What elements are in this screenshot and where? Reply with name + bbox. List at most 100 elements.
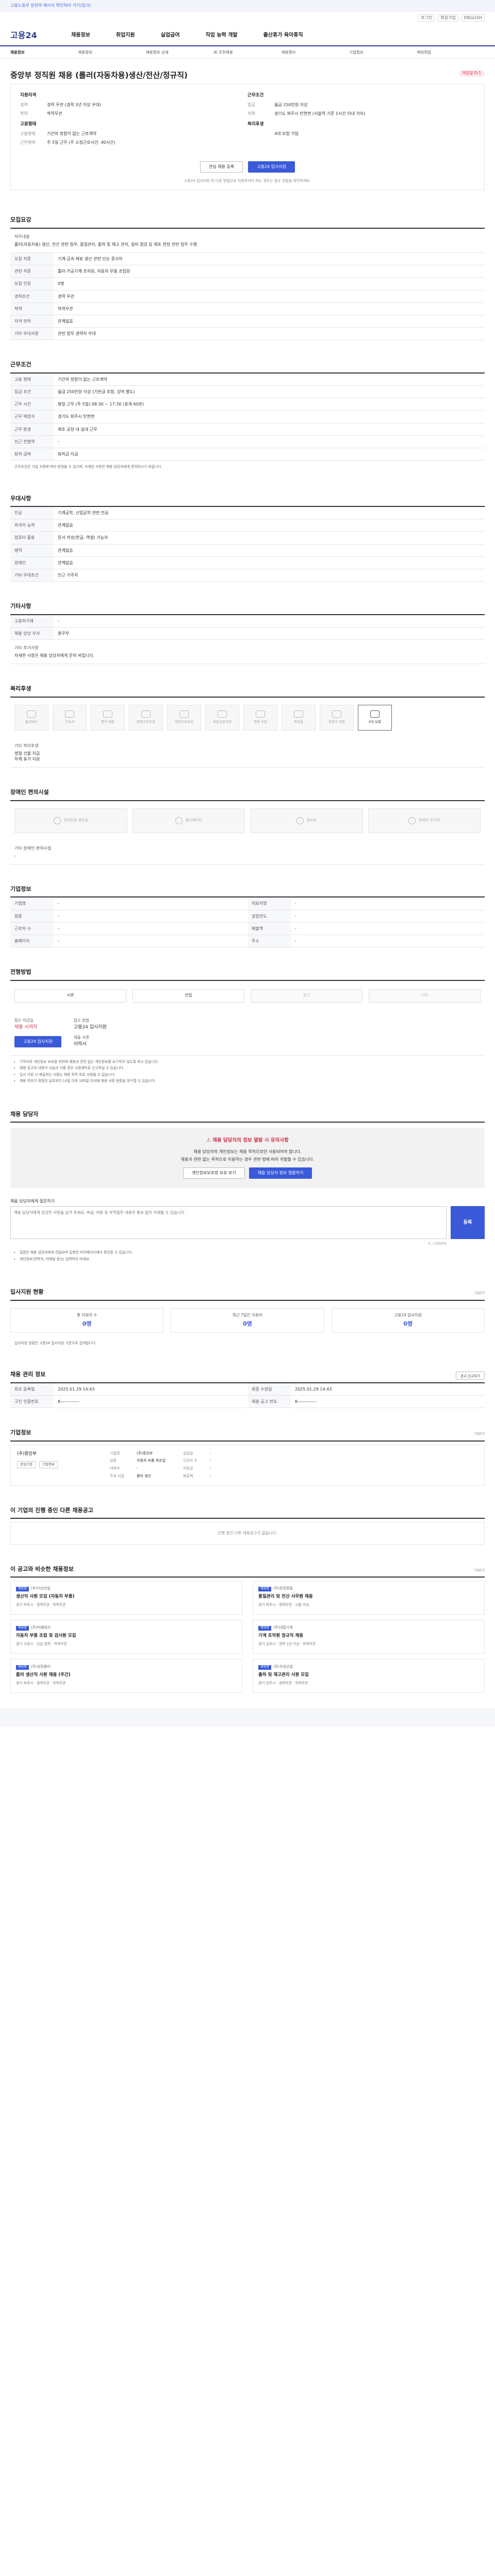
welfare-grid: 통근버스 기숙사 중식 제공 연장근로수당 야간근로수당 휴일근로수당 연차 수…: [10, 698, 485, 738]
inquiry-textarea[interactable]: [10, 1206, 447, 1240]
stat-card: 고용24 입사지원 0명: [331, 1308, 485, 1333]
job-card[interactable]: 채용중 (주)다산산업 생산직 사원 모집 (자동차 부품) 경기 파주시 · 경력무…: [10, 1581, 242, 1615]
inquiry-send-button[interactable]: 등록: [451, 1206, 485, 1239]
summary-heading: 근무조건: [248, 93, 264, 98]
disability-label: 엘리베이터: [185, 818, 202, 822]
stat-number: 0명: [403, 1320, 413, 1327]
job-title[interactable]: 생산직 사원 모집 (자동차 부품): [16, 1594, 237, 1600]
table-value: 인근 거주자: [54, 569, 485, 582]
welfare-label: 연장근로수당: [137, 720, 155, 724]
grid-value: 롤러 생산: [137, 1473, 151, 1478]
kv-key: 근무형태: [20, 140, 36, 145]
table-key: 최종 수정일: [248, 1383, 291, 1396]
kv-key: [248, 131, 274, 137]
grid-value: -: [210, 1451, 211, 1455]
stats-section: 입사지원 현황 더보기 총 지원자 수 0명 최근 7일간 지원자 0명 고용24 …: [10, 1288, 485, 1350]
job-list: 채용중 (주)다산산업 생산직 사원 모집 (자동차 부품) 경기 파주시 · 경력무…: [10, 1581, 485, 1693]
job-card[interactable]: 채용중 (주)성진롤러 롤러 생산직 사원 채용 (주간) 경기 파주시 · 경력무관…: [10, 1659, 242, 1693]
section-title: 복리후생: [10, 685, 485, 698]
subnav-item[interactable]: 채용정보 상세: [146, 50, 213, 56]
stats-more-link[interactable]: 더보기: [475, 1291, 485, 1300]
nav-item-training[interactable]: 직업 능력 개발: [205, 32, 237, 39]
apply-key: 제출 서류: [73, 1035, 89, 1040]
nav-item-unemployment[interactable]: 실업급여: [161, 32, 180, 39]
table-value: 월급 250만원 이상 (기본급 포함, 상여 별도): [54, 385, 485, 399]
table-value: -: [291, 935, 485, 948]
job-company: (주)대흥기계: [273, 1625, 293, 1630]
summary-note: 고용24 입사지원 외 다른 방법으로 지원하셔야 하는 경우는 접수 방법을 …: [184, 178, 311, 183]
welfare-card: 연장근로수당: [129, 704, 163, 731]
site-logo[interactable]: 고용24: [10, 30, 52, 41]
job-title[interactable]: 기계 조작원 정규직 채용: [258, 1633, 479, 1639]
subnav-item[interactable]: 채용정보: [10, 50, 78, 56]
apply-button[interactable]: 고용24 입사지원: [248, 161, 295, 173]
apply-value: 고용24 입사지원: [73, 1025, 107, 1030]
table-value: 제조 공장 내 실내 근무: [54, 423, 485, 436]
job-title[interactable]: 품질관리 및 전산 사무원 채용: [258, 1594, 479, 1600]
report-button[interactable]: 공고 신고하기: [456, 1371, 485, 1380]
signup-link[interactable]: 회원가입: [438, 14, 458, 22]
welfare-extra-item: 명절 선물 지급: [14, 751, 40, 756]
grid-key: 주요 사업: [110, 1473, 124, 1478]
stats-note: 입사지원 현황은 고용24 입사지원 기준으로 집계됩니다.: [14, 1341, 97, 1345]
table-key: 기업명: [10, 897, 54, 910]
company-info-button[interactable]: 기업정보: [39, 1461, 58, 1468]
nav-item-leave[interactable]: 출산휴가 육아휴직: [263, 32, 303, 39]
company-more-link[interactable]: 더보기: [475, 1432, 485, 1440]
english-link[interactable]: ENGLISH: [461, 14, 485, 22]
top-banner-link[interactable]: 고용노동부 장관의 메시지 확인하러 가기(링크): [10, 3, 91, 8]
job-tag: 채용중: [258, 1587, 272, 1592]
subnav-item[interactable]: 채용정보: [78, 50, 145, 56]
inquiry-box: 채용 담당자에게 질문하기 0 / 1000자 등록: [10, 1198, 485, 1247]
alert-text: 채용 담당자의 개인정보는 채용 목적으로만 사용되어야 합니다.: [193, 1149, 302, 1155]
block-text: 자세한 사항은 채용 담당자에게 문의 바랍니다.: [14, 653, 95, 658]
interest-button[interactable]: 관심 채용 등록: [200, 161, 243, 173]
alert-text: 채용과 관련 없는 목적으로 이용하는 경우 관련 법에 따라 처벌될 수 있습…: [180, 1157, 315, 1162]
subnav-item[interactable]: AI 추천채용: [213, 50, 281, 56]
job-title[interactable]: 롤러 생산직 사원 채용 (주간): [16, 1672, 237, 1679]
company-card: (주)중앙부 관심기업 기업정보 기업명 (주)중앙부 설립일 - 업종 자동차 부품…: [10, 1444, 485, 1486]
company-favorite-button[interactable]: 관심기업: [17, 1461, 36, 1468]
apply-value: 이력서: [73, 1042, 87, 1047]
table-value: 기계·금속·재료 생산 관련 단순 종사자: [54, 253, 485, 266]
block-label: 기타 복리후생: [14, 743, 39, 748]
job-meta: 경기 고양시 · 신입·경력 · 학력무관: [16, 1641, 67, 1646]
welfare-card: 통근버스: [14, 704, 48, 731]
meta-section: 채용 관리 정보 공고 신고하기 최초 등록일 2025.01.29 14:43 최…: [10, 1370, 485, 1409]
kv-value: 경력 무관 (경력 3년 이상 우대): [47, 102, 102, 107]
summary-heading: 지원자격: [20, 93, 37, 98]
job-card[interactable]: 채용중 (주)우성산업 출하 및 재고관리 사원 모집 경기 양주시 · 경력무관 ·…: [253, 1659, 485, 1693]
table-key: 병역: [10, 544, 54, 557]
apply-key: 접수 방법: [73, 1018, 89, 1023]
table-key: 전공: [10, 507, 54, 520]
apply-button-2[interactable]: 고용24 입사지원: [14, 1036, 61, 1047]
welfare-card: 연차 수당: [243, 704, 277, 731]
job-title[interactable]: 자동차 부품 조립 및 검사원 모집: [16, 1633, 237, 1639]
section-title: 이 기업의 진행 중인 다른 채용공고: [10, 1506, 485, 1519]
process-steps: 서류 면접 필기 기타: [10, 981, 485, 1011]
subnav-item[interactable]: 기업정보: [349, 50, 417, 56]
view-contact-button[interactable]: 채용 담당자 정보 열람하기: [249, 1167, 312, 1179]
disability-label: 경사로: [306, 818, 317, 822]
table-key: 매출액: [248, 922, 291, 935]
work-table: 고용 형태 기간의 정함이 없는 근로계약 임금 조건 월급 250만원 이상 (기…: [10, 373, 485, 461]
privacy-law-button[interactable]: 개인정보보호법 보호 보기: [183, 1167, 245, 1179]
job-card[interactable]: 채용중 (주)대흥기계 기계 조작원 정규직 채용 경기 김포시 · 경력 1년 이상…: [253, 1620, 485, 1654]
table-key: 기타 우대조건: [10, 569, 54, 582]
job-card[interactable]: 채용중 (주)한성정밀 품질관리 및 전산 사무원 채용 경기 파주시 · 경력무관 …: [253, 1581, 485, 1615]
table-key: 외국어 능력: [10, 519, 54, 532]
nav-item-employment[interactable]: 취업지원: [116, 32, 135, 39]
subnav-item[interactable]: 해외취업: [417, 50, 485, 56]
table-value: 학력무관: [54, 302, 485, 316]
login-link[interactable]: 로그인: [418, 14, 435, 22]
nav-item-jobs[interactable]: 채용정보: [71, 32, 90, 39]
stat-label: 최근 7일간 지원자: [233, 1313, 262, 1318]
job-card[interactable]: 채용중 (주)미래테크 자동차 부품 조립 및 검사원 모집 경기 고양시 · 신입·…: [10, 1620, 242, 1654]
table-value: 퇴직금 지급: [54, 448, 485, 461]
qualify-section: 우대사항 전공 기계공학, 산업공학 관련 전공 외국어 능력 관계없음 컴퓨터 활…: [10, 495, 485, 582]
recommend-more-link[interactable]: 더보기: [475, 1568, 485, 1577]
job-title[interactable]: 출하 및 재고관리 사원 모집: [258, 1672, 479, 1679]
subnav-item[interactable]: 채용행사: [282, 50, 349, 56]
grid-value: -: [210, 1459, 211, 1463]
duty-text: 롤러(자동차용) 생산, 전산 관련 업무, 품질관리, 출하 및 재고 관리,…: [14, 242, 197, 247]
